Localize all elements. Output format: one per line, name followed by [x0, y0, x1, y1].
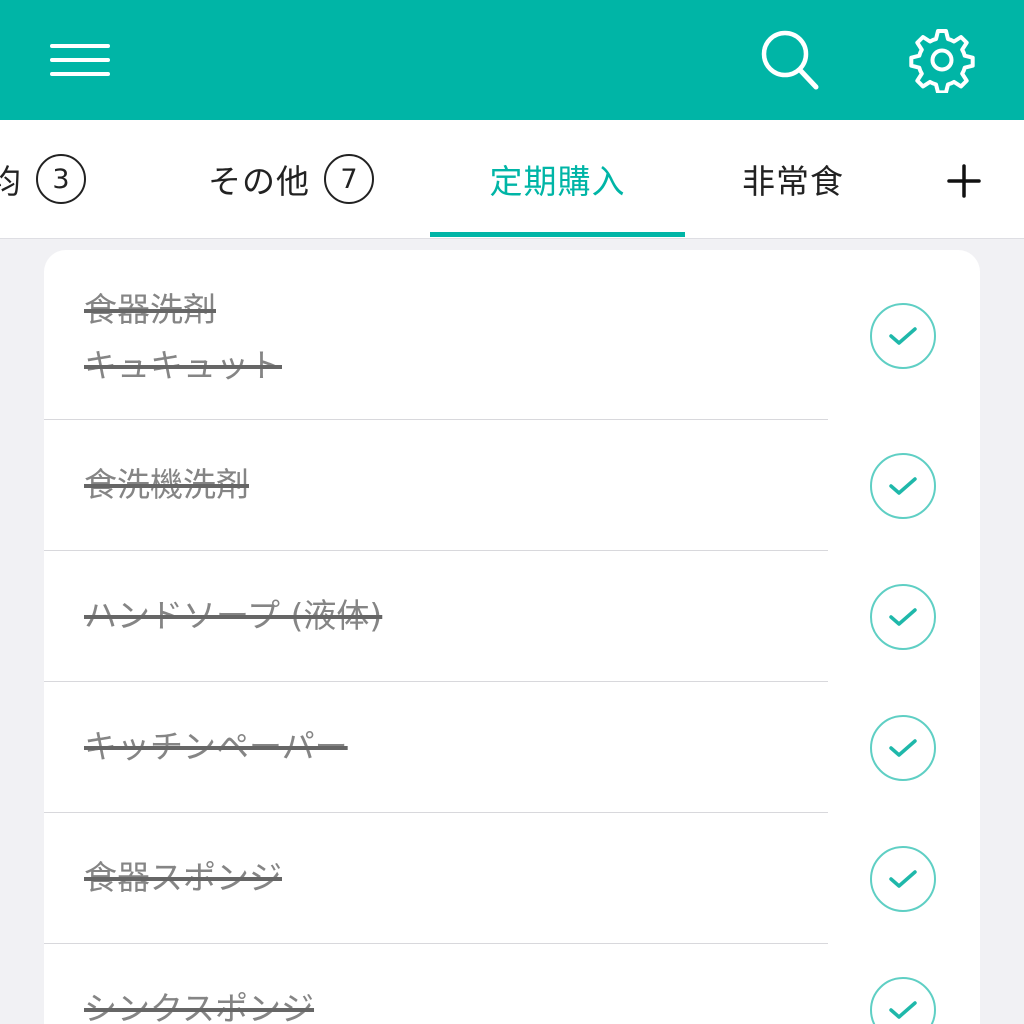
tab-count-badge: 3: [36, 154, 86, 204]
item-name: ハンドソープ (液体): [84, 596, 383, 635]
check-icon: [889, 608, 917, 626]
add-tab-button[interactable]: [930, 150, 998, 212]
search-button[interactable]: [750, 24, 830, 96]
plus-icon: [947, 164, 981, 198]
list-item[interactable]: シンクスポンジ: [44, 944, 980, 1024]
menu-button[interactable]: [40, 30, 120, 90]
active-tab-indicator: [430, 232, 685, 237]
item-check-button[interactable]: [870, 303, 936, 369]
check-icon: [889, 870, 917, 888]
hamburger-menu-icon: [50, 44, 110, 76]
item-check-button[interactable]: [870, 846, 936, 912]
category-tab-bar: 均 3 その他 7 定期購入 非常食: [0, 120, 1024, 239]
item-check-button[interactable]: [870, 715, 936, 781]
settings-button[interactable]: [902, 22, 982, 98]
tab-label: 定期購入: [489, 162, 626, 201]
list-item[interactable]: 食器スポンジ: [44, 813, 980, 944]
gear-icon: [909, 29, 975, 93]
top-app-bar: [0, 0, 1024, 120]
list-item[interactable]: 食器洗剤 キュキュット: [44, 250, 980, 420]
tab-category-1[interactable]: 均 3: [0, 120, 86, 238]
check-icon: [889, 327, 917, 345]
item-check-button[interactable]: [870, 977, 936, 1024]
check-icon: [889, 1001, 917, 1019]
item-name: キッチンペーパー: [84, 727, 348, 766]
tab-label: 均: [0, 155, 22, 203]
list-item[interactable]: キッチンペーパー: [44, 682, 980, 813]
check-icon: [889, 477, 917, 495]
tab-label: その他: [208, 162, 310, 201]
list-item[interactable]: ハンドソープ (液体): [44, 551, 980, 682]
item-name: 食洗機洗剤: [84, 465, 249, 504]
item-name: 食器洗剤 キュキュット: [84, 290, 282, 385]
search-icon: [761, 30, 819, 90]
list-item[interactable]: 食洗機洗剤: [44, 420, 980, 551]
tab-label: 非常食: [742, 162, 844, 201]
item-name: シンクスポンジ: [84, 989, 315, 1024]
tab-count-badge: 7: [324, 154, 374, 204]
tab-category-subscription[interactable]: 定期購入: [430, 120, 685, 238]
app-screen: 均 3 その他 7 定期購入 非常食 食器洗剤 キュキュット: [0, 0, 1024, 1024]
check-icon: [889, 739, 917, 757]
item-check-button[interactable]: [870, 453, 936, 519]
tab-category-other[interactable]: その他 7: [208, 120, 374, 238]
item-name: 食器スポンジ: [84, 858, 282, 897]
item-check-button[interactable]: [870, 584, 936, 650]
shopping-list-card: 食器洗剤 キュキュット 食洗機洗剤 ハンドソープ (液体) キッチンペーパー 食…: [44, 250, 980, 1024]
tab-category-emergency-food[interactable]: 非常食: [742, 120, 844, 238]
